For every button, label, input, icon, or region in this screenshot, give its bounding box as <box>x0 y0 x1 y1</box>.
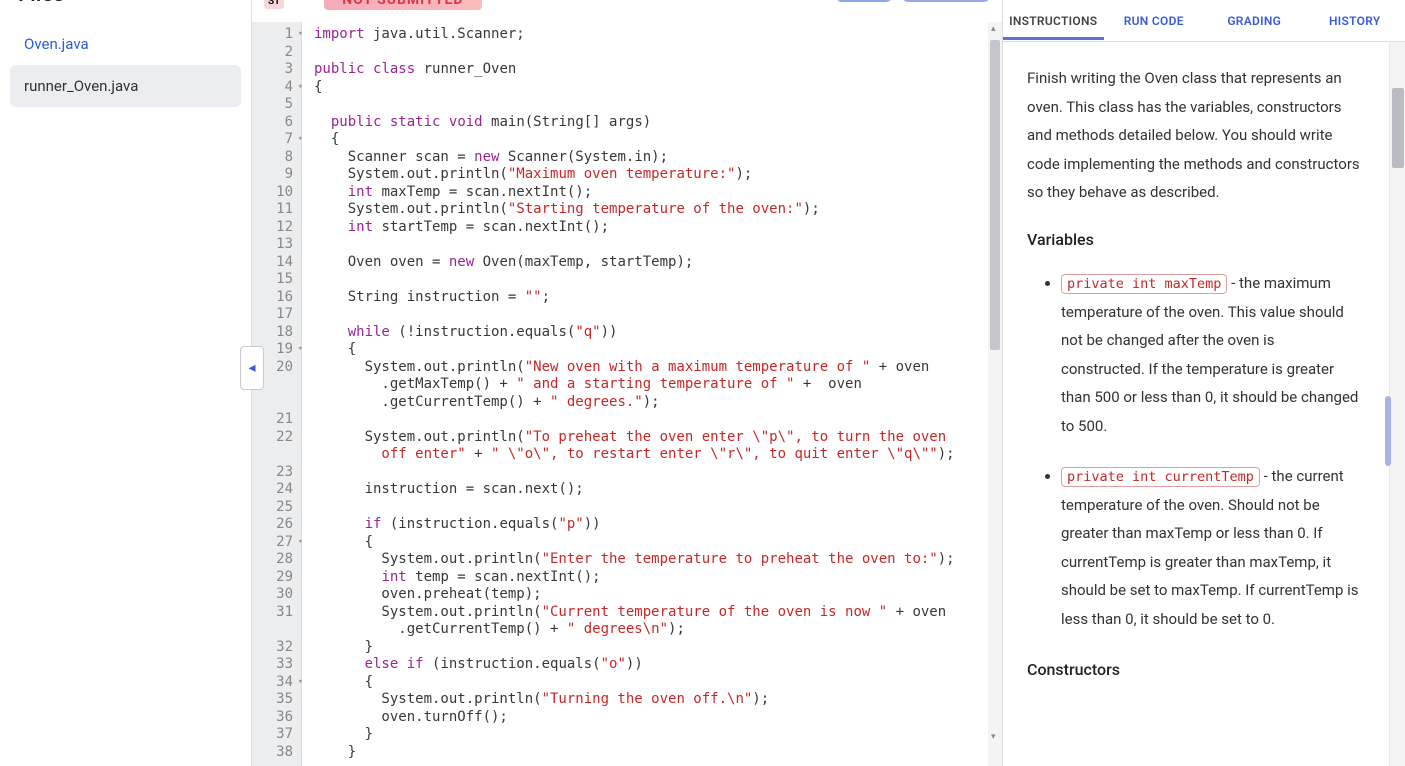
instructions-intro: Finish writing the Oven class that repre… <box>1027 64 1361 207</box>
code-editor[interactable]: 1234567891011121314151617181920212223242… <box>252 22 1002 766</box>
variable-item: private int currentTemp - the current te… <box>1061 462 1361 633</box>
scroll-down-icon[interactable]: ▾ <box>991 732 996 742</box>
panel-mid-scroll-indicator[interactable] <box>1385 396 1391 466</box>
not-submitted-badge: NOT SUBMITTED <box>324 0 481 10</box>
editor-scrollbar-thumb[interactable] <box>990 40 1000 350</box>
status-badge: ST <box>264 0 284 9</box>
file-item-runner[interactable]: runner_Oven.java <box>10 65 241 107</box>
tab-history[interactable]: HISTORY <box>1305 2 1405 40</box>
files-sidebar: Files Oven.java runner_Oven.java <box>0 0 252 766</box>
code-pill-maxtemp: private int maxTemp <box>1061 274 1227 294</box>
code-pill-currenttemp: private int currentTemp <box>1061 467 1260 487</box>
variable-item: private int maxTemp - the maximum temper… <box>1061 269 1361 440</box>
constructors-heading: Constructors <box>1027 655 1361 685</box>
tab-run-code[interactable]: RUN CODE <box>1104 2 1205 40</box>
info-panel: INSTRUCTIONS RUN CODE GRADING HISTORY Fi… <box>1003 0 1405 766</box>
info-tabs: INSTRUCTIONS RUN CODE GRADING HISTORY <box>1003 0 1405 42</box>
file-list: Oven.java runner_Oven.java <box>0 17 251 113</box>
tab-instructions[interactable]: INSTRUCTIONS <box>1003 2 1104 40</box>
file-item-oven[interactable]: Oven.java <box>10 23 241 65</box>
tab-grading[interactable]: GRADING <box>1204 2 1305 40</box>
code-content[interactable]: import java.util.Scanner;public class ru… <box>302 22 1002 766</box>
panel-scrollbar[interactable] <box>1389 42 1405 766</box>
collapse-sidebar-handle[interactable]: ◂ <box>240 346 264 390</box>
variables-heading: Variables <box>1027 225 1361 255</box>
editor-panel: ◂ ST NOT SUBMITTED 123456789101112131415… <box>252 0 1003 766</box>
secondary-action-button[interactable] <box>836 0 892 2</box>
scroll-up-icon[interactable]: ▴ <box>991 24 996 34</box>
line-gutter: 1234567891011121314151617181920212223242… <box>252 22 302 766</box>
instructions-content: Finish writing the Oven class that repre… <box>1003 42 1389 766</box>
editor-scrollbar[interactable]: ▴ ▾ <box>988 22 1002 766</box>
panel-scrollbar-thumb[interactable] <box>1392 88 1404 168</box>
sidebar-title: Files <box>18 0 233 7</box>
primary-action-button[interactable] <box>902 0 990 2</box>
